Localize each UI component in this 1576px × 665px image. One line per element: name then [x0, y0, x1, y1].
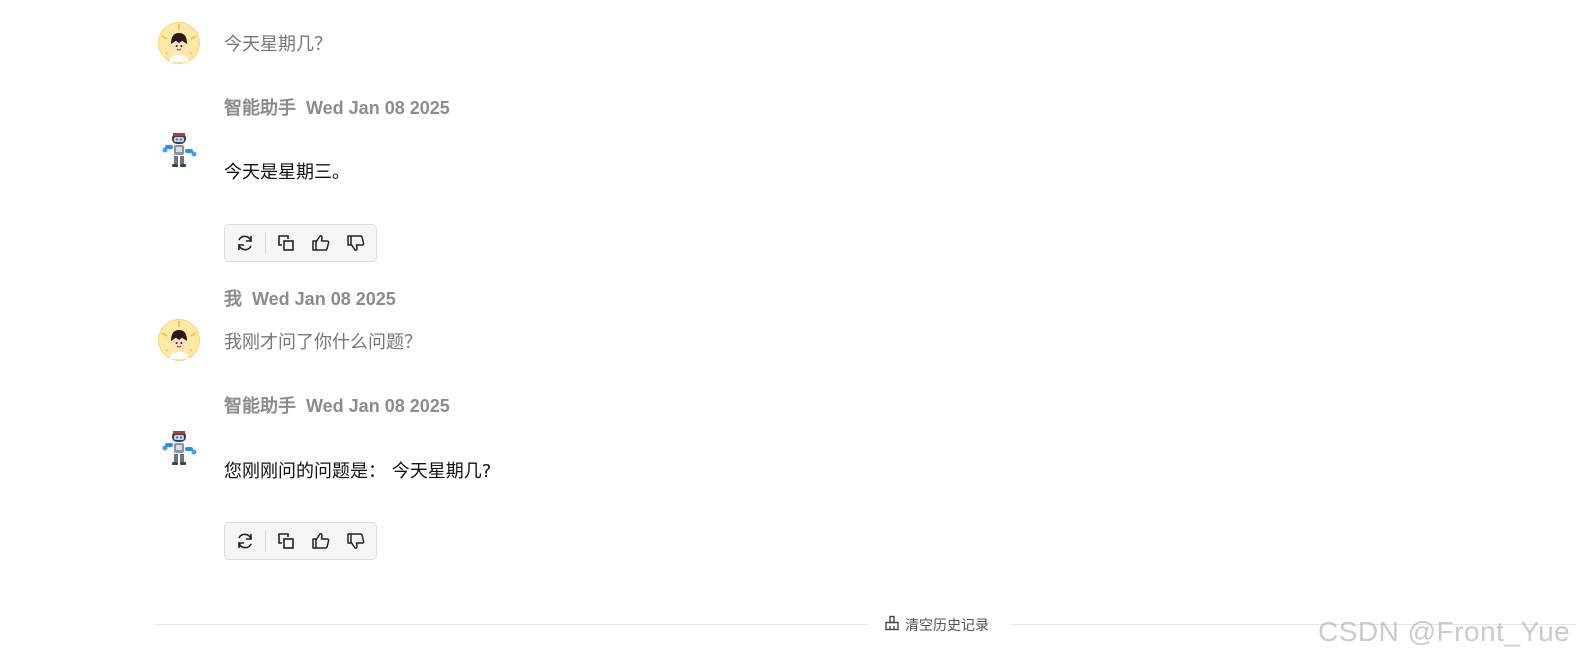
message-actions-toolbar: [224, 224, 377, 262]
thumbs-up-icon[interactable]: [309, 529, 333, 553]
message-meta: 智能助手 Wed Jan 08 2025: [224, 94, 450, 120]
copy-icon[interactable]: [274, 529, 298, 553]
message-actions-toolbar: [224, 522, 377, 560]
robot-avatar-icon: [160, 428, 200, 468]
message-date: Wed Jan 08 2025: [252, 289, 396, 309]
user-message-text: 我刚才问了你什么问题？: [224, 332, 422, 353]
assistant-message-text: 您刚刚问的问题是： 今天星期几?: [224, 461, 492, 482]
sender-name: 智能助手: [224, 396, 296, 416]
watermark-text: CSDN @Front_Yue: [1318, 616, 1571, 647]
toolbar-divider: [265, 530, 266, 552]
message-date: Wed Jan 08 2025: [306, 98, 450, 118]
user-message-text: 今天星期几？: [224, 34, 332, 55]
divider-line: [154, 624, 868, 625]
broom-icon: [884, 615, 900, 635]
assistant-message-text: 今天是星期三。: [224, 162, 350, 183]
sender-name: 我: [224, 289, 242, 309]
refresh-icon[interactable]: [233, 231, 257, 255]
toolbar-divider: [265, 232, 266, 254]
clear-history-label: 清空历史记录: [905, 618, 989, 634]
message-meta: 智能助手 Wed Jan 08 2025: [224, 392, 450, 418]
user-avatar-icon: [158, 319, 200, 361]
copy-icon[interactable]: [274, 231, 298, 255]
chat-page: 今天星期几？ 智能助手 Wed Jan 08 2025 今天是星期三。 我 We…: [0, 0, 1576, 665]
refresh-icon[interactable]: [233, 529, 257, 553]
sender-name: 智能助手: [224, 98, 296, 118]
message-meta: 我 Wed Jan 08 2025: [224, 285, 396, 311]
thumbs-down-icon[interactable]: [344, 529, 368, 553]
message-date: Wed Jan 08 2025: [306, 396, 450, 416]
robot-avatar-icon: [160, 130, 200, 170]
thumbs-up-icon[interactable]: [309, 231, 333, 255]
clear-history-button[interactable]: 清空历史记录: [884, 614, 989, 636]
thumbs-down-icon[interactable]: [344, 231, 368, 255]
user-avatar-icon: [158, 22, 200, 64]
